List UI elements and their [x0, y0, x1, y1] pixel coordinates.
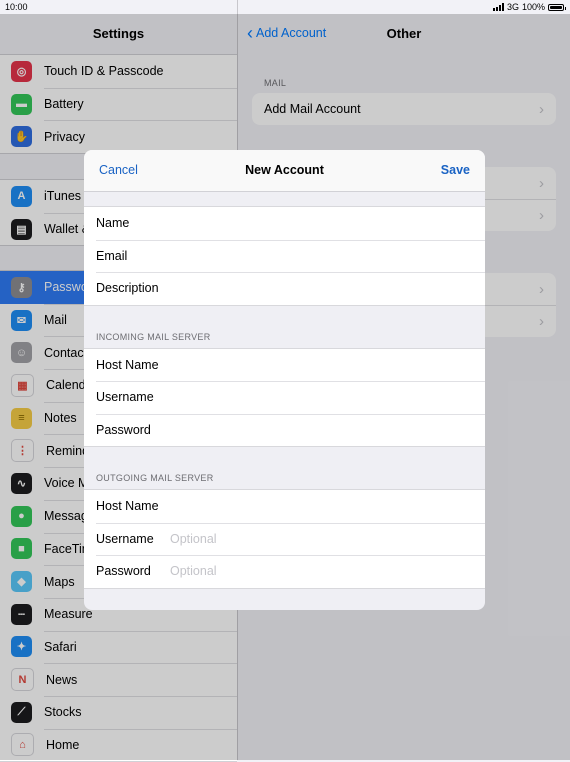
form-field[interactable]: Password Optional [84, 555, 485, 588]
incoming-fields: Host Name Username Password [84, 347, 485, 447]
field-label: Host Name [96, 357, 159, 372]
sheet-header: Cancel New Account Save [84, 150, 485, 192]
outgoing-header: OUTGOING MAIL SERVER [84, 447, 485, 489]
sheet-title: New Account [245, 163, 324, 177]
status-time: 10:00 [5, 2, 28, 12]
form-field[interactable]: Host Name [84, 349, 485, 382]
form-field[interactable]: Description [84, 272, 485, 305]
incoming-header-label: INCOMING MAIL SERVER [96, 331, 211, 342]
field-label: Host Name [96, 499, 159, 514]
outgoing-header-label: OUTGOING MAIL SERVER [96, 473, 214, 483]
form-field[interactable]: Name [84, 207, 485, 240]
field-label: Username [96, 531, 154, 546]
form-field[interactable]: Username [84, 381, 485, 414]
outgoing-fields: Host Name Username Optional Password Optiona… [84, 489, 485, 589]
form-field[interactable]: Username Optional [84, 522, 485, 556]
field-input[interactable]: Optional [170, 532, 217, 546]
field-label: Name [96, 216, 130, 231]
field-label: Email [96, 248, 128, 263]
field-label: Password [96, 564, 151, 579]
save-button[interactable]: Save [441, 163, 470, 177]
battery-icon [548, 3, 566, 11]
field-input[interactable]: Optional [170, 564, 217, 578]
field-label: Password [96, 422, 151, 437]
status-bar: 10:00 3G 100% [0, 0, 570, 14]
field-label: Description [96, 281, 159, 296]
battery-percent: 100% [521, 2, 545, 12]
incoming-header: INCOMING MAIL SERVER [84, 306, 485, 348]
network-label: 3G [506, 2, 519, 12]
new-account-sheet: Cancel New Account Save Name Email Descrip… [84, 150, 485, 610]
form-field[interactable]: Email [84, 239, 485, 273]
form-field[interactable]: Password [84, 413, 485, 447]
status-right: 3G 100% [492, 2, 566, 12]
signal-icon [492, 3, 504, 11]
account-fields: Name Email Description [84, 206, 485, 306]
form-field[interactable]: Host Name [84, 490, 485, 523]
field-label: Username [96, 390, 154, 405]
